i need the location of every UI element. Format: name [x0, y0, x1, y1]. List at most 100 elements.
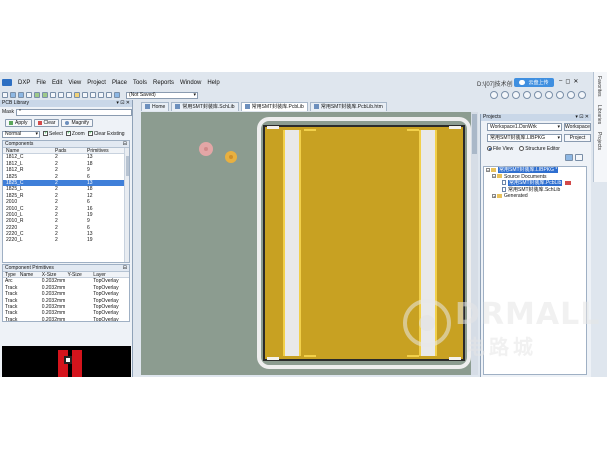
file-view-radio[interactable]: File View: [487, 146, 513, 152]
project-select[interactable]: 常用SMT封装库.LIBPKG: [487, 133, 562, 142]
restore-icon[interactable]: ◻: [565, 78, 570, 85]
view-mode-row: File View Structure Editor: [481, 143, 591, 154]
open-icon[interactable]: [10, 92, 16, 98]
workspace-select[interactable]: Workspace1.DsnWrk: [487, 122, 562, 131]
place-coordinate-icon[interactable]: [567, 91, 575, 99]
select-icon[interactable]: [82, 92, 88, 98]
watermark-brand: DRMALL: [455, 297, 601, 332]
redo-icon[interactable]: [106, 92, 112, 98]
side-tab-libraries[interactable]: Libraries: [594, 101, 604, 128]
new-icon[interactable]: [2, 92, 8, 98]
column-header-primitives[interactable]: Primitives: [87, 148, 117, 154]
clear-icon: [37, 120, 42, 125]
mode-select[interactable]: Normal: [2, 130, 40, 138]
collapse-icon[interactable]: −: [486, 167, 490, 172]
menu-help[interactable]: Help: [207, 80, 219, 86]
workspace-button[interactable]: Workspace: [564, 122, 591, 131]
place-string-icon[interactable]: [556, 91, 564, 99]
select-checkbox[interactable]: Select: [43, 130, 63, 137]
menu-dxp[interactable]: DXP: [18, 80, 30, 86]
column-header-pads[interactable]: Pads: [55, 148, 87, 154]
collapse-icon[interactable]: ⊟: [123, 141, 127, 148]
collapse-icon[interactable]: −: [492, 174, 496, 179]
side-tab-projects[interactable]: Projects: [594, 128, 604, 154]
overlay-tick: [407, 129, 419, 131]
pad-left[interactable]: [283, 130, 301, 356]
close-icon[interactable]: ✕: [573, 78, 578, 85]
component-row[interactable]: 2220_L 2 19: [3, 237, 129, 243]
tab-pcblib[interactable]: 常用SMT封装库.PcbLib: [240, 102, 308, 111]
move-icon[interactable]: [90, 92, 96, 98]
tab-pcblib-htm[interactable]: 常用SMT封装库.PcbLib.htm: [309, 102, 387, 111]
menu-view[interactable]: View: [68, 80, 81, 86]
menu-window[interactable]: Window: [180, 80, 201, 86]
home-icon: [145, 104, 150, 110]
scrollbar-thumb[interactable]: [472, 114, 477, 154]
package-icon: [491, 167, 496, 172]
zoom-out-icon[interactable]: [42, 92, 48, 98]
scrollbar-thumb[interactable]: [126, 156, 129, 176]
menu-project[interactable]: Project: [87, 80, 106, 86]
main-toolbar: (Not Saved): [0, 90, 607, 100]
primitive-name: [20, 317, 42, 321]
minimize-icon[interactable]: –: [559, 78, 562, 85]
column-header-name[interactable]: Name: [20, 272, 42, 278]
copy-icon[interactable]: [66, 92, 72, 98]
grid-icon[interactable]: [114, 92, 120, 98]
view-config-select[interactable]: (Not Saved): [126, 91, 198, 99]
report-icon: [313, 104, 319, 110]
tree-generated[interactable]: + Generated: [484, 193, 586, 200]
menu-place[interactable]: Place: [112, 80, 127, 86]
paste-icon[interactable]: [74, 92, 80, 98]
print-icon[interactable]: [26, 92, 32, 98]
place-circle-icon[interactable]: [534, 91, 542, 99]
place-pad-icon[interactable]: [501, 91, 509, 99]
place-fill-icon[interactable]: [545, 91, 553, 99]
tab-schlib[interactable]: 常用SMT封装库.SchLib: [171, 102, 239, 111]
apply-button[interactable]: Apply: [5, 119, 32, 127]
cut-icon[interactable]: [58, 92, 64, 98]
primitive-row[interactable]: Track 0.2032mm TopOverlay: [3, 317, 129, 321]
cloud-upload-badge[interactable]: 云盘上传: [514, 78, 554, 87]
project-options-icon[interactable]: [565, 154, 573, 161]
primitives-grid: Component Primitives ⊟ Type Name X-Size …: [2, 264, 130, 322]
expand-icon[interactable]: +: [492, 193, 496, 198]
overlay-tick: [304, 129, 316, 131]
zoom-fit-icon[interactable]: [50, 92, 56, 98]
mask-input[interactable]: *: [15, 108, 132, 116]
place-via-icon[interactable]: [512, 91, 520, 99]
pcb-library-title: PCB Library: [2, 100, 29, 106]
menu-edit[interactable]: Edit: [52, 80, 62, 86]
undo-icon[interactable]: [98, 92, 104, 98]
schlib-file-label: 常用SMT封装库.SchLib: [508, 186, 561, 193]
tab-schlib-label: 常用SMT封装库.SchLib: [182, 104, 235, 110]
place-line-icon[interactable]: [490, 91, 498, 99]
structure-editor-radio[interactable]: Structure Editor: [519, 146, 560, 152]
magnify-button[interactable]: Magnify: [61, 119, 93, 127]
clear-existing-checkbox[interactable]: Clear Existing: [87, 130, 125, 137]
menu-reports[interactable]: Reports: [153, 80, 174, 86]
components-scrollbar[interactable]: [124, 148, 129, 262]
projects-title-bar: Projects ▾ ⊡ ✕: [481, 114, 591, 121]
column-header-name[interactable]: Name: [3, 148, 55, 154]
save-icon[interactable]: [18, 92, 24, 98]
place-dimension-icon[interactable]: [578, 91, 586, 99]
project-menu-icon[interactable]: [575, 154, 583, 161]
panel-controls[interactable]: ▾ ⊡ ✕: [116, 100, 130, 107]
column-header-type[interactable]: Type: [3, 272, 20, 278]
side-tab-favorites[interactable]: Favorites: [594, 72, 604, 101]
column-header-y-size[interactable]: Y-Size: [68, 272, 94, 278]
collapse-icon[interactable]: ⊟: [123, 265, 127, 272]
tab-home[interactable]: Home: [141, 102, 170, 111]
panel-controls[interactable]: ▾ ⊡ ✕: [575, 114, 589, 121]
menu-tools[interactable]: Tools: [133, 80, 147, 86]
menu-file[interactable]: File: [36, 80, 46, 86]
place-arc-icon[interactable]: [523, 91, 531, 99]
zoom-checkbox[interactable]: Zoom: [65, 130, 85, 137]
column-header-layer[interactable]: Layer: [93, 272, 129, 278]
clear-button[interactable]: Clear: [33, 119, 60, 127]
column-header-x-size[interactable]: X-Size: [42, 272, 68, 278]
project-button[interactable]: Project: [564, 133, 591, 142]
zoom-in-icon[interactable]: [34, 92, 40, 98]
apply-label: Apply: [15, 120, 28, 126]
